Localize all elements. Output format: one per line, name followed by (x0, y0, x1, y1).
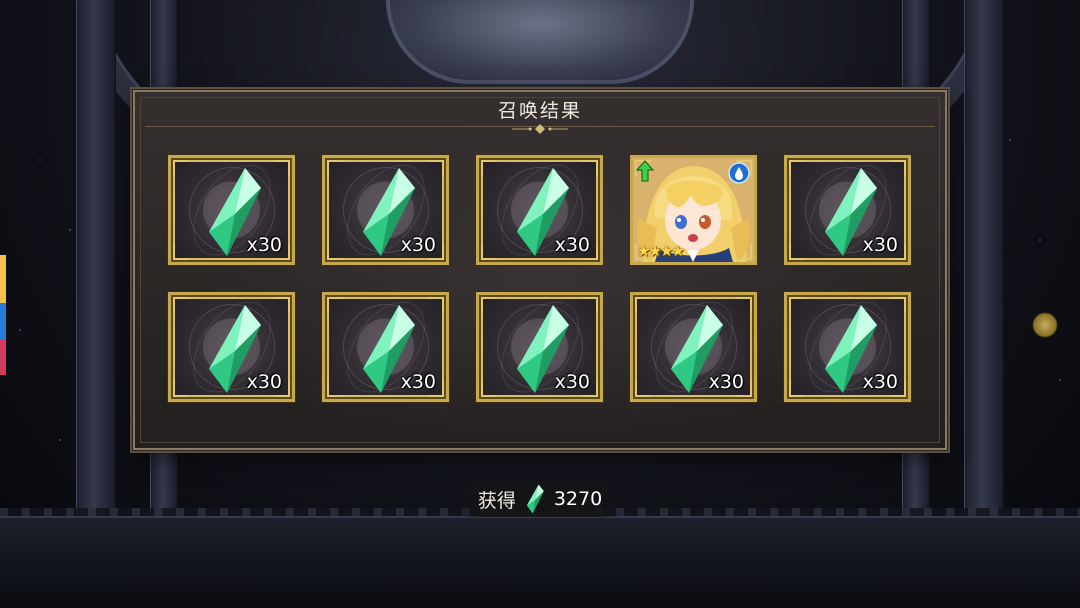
item-quantity: x30 (554, 234, 590, 256)
frame-corner (582, 297, 598, 313)
frame-corner (173, 160, 189, 176)
frame-corner (789, 381, 805, 397)
frame-corner (582, 160, 598, 176)
dome-decoration (386, 0, 694, 84)
title-ornament-icon (512, 124, 568, 134)
result-slot-crystal[interactable]: x30 (784, 155, 911, 265)
side-strip (0, 255, 6, 375)
frame-corner (481, 160, 497, 176)
green-crystal-icon (526, 484, 544, 514)
result-slot-crystal[interactable]: x30 (322, 155, 449, 265)
result-slot-crystal[interactable]: x30 (322, 292, 449, 402)
frame-corner (481, 381, 497, 397)
glow-orb (1032, 312, 1058, 338)
frame-corner (890, 297, 906, 313)
frame-corner (789, 244, 805, 260)
item-quantity: x30 (708, 371, 744, 393)
floor (0, 516, 1080, 608)
water-element-icon (728, 162, 750, 184)
frame-corner (428, 160, 444, 176)
item-quantity: x30 (400, 234, 436, 256)
frame-corner (789, 297, 805, 313)
item-quantity: x30 (862, 371, 898, 393)
dialog-title: 召唤结果 (497, 99, 582, 122)
result-slot-crystal[interactable]: x30 (476, 292, 603, 402)
frame-corner (327, 160, 343, 176)
result-slot-crystal[interactable]: x30 (168, 292, 295, 402)
frame-corner (327, 297, 343, 313)
item-quantity: x30 (246, 234, 282, 256)
result-slot-crystal[interactable]: x30 (168, 155, 295, 265)
frame-corner (327, 381, 343, 397)
frame-corner (736, 244, 752, 260)
item-quantity: x30 (554, 371, 590, 393)
frame-corner (173, 381, 189, 397)
frame-corner (173, 244, 189, 260)
frame-corner (481, 244, 497, 260)
obtained-amount: 3270 (553, 488, 603, 510)
frame-corner (274, 297, 290, 313)
rarity-stars: ★★★★ (637, 242, 685, 260)
summon-result-dialog: 召唤结果 x30 x30 x30 ★★★★ x30 x30 x30 x30 x3… (133, 90, 947, 450)
result-grid: x30 x30 x30 ★★★★ x30 x30 x30 x30 x30 x30 (168, 155, 911, 402)
frame-corner (428, 297, 444, 313)
frame-corner (481, 297, 497, 313)
obtained-label: 获得 (477, 489, 516, 512)
item-quantity: x30 (400, 371, 436, 393)
result-slot-crystal[interactable]: x30 (630, 292, 757, 402)
frame-corner (890, 160, 906, 176)
frame-corner (789, 160, 805, 176)
frame-corner (173, 297, 189, 313)
result-slot-crystal[interactable]: x30 (784, 292, 911, 402)
dialog-header: 召唤结果 (135, 92, 945, 126)
item-quantity: x30 (246, 371, 282, 393)
obtained-summary: 获得 3270 (458, 481, 622, 517)
frame-corner (635, 381, 651, 397)
result-slot-character[interactable]: ★★★★ (630, 155, 757, 265)
frame-corner (736, 297, 752, 313)
frame-corner (327, 244, 343, 260)
frame-corner (274, 160, 290, 176)
frame-corner (635, 297, 651, 313)
up-arrow-icon (636, 160, 654, 182)
result-slot-crystal[interactable]: x30 (476, 155, 603, 265)
item-quantity: x30 (862, 234, 898, 256)
